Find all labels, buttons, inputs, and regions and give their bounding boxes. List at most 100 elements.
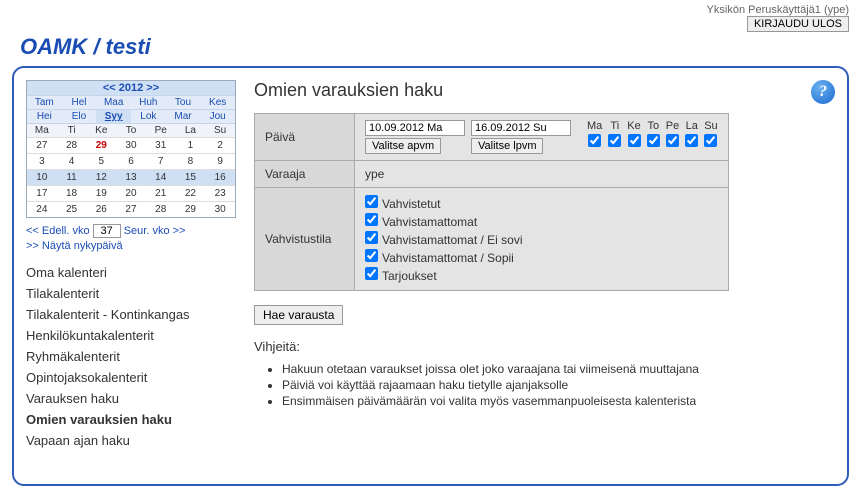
calendar-day[interactable]: 28 xyxy=(57,137,87,153)
calendar-day[interactable]: 18 xyxy=(57,185,87,201)
calendar-day[interactable]: 1 xyxy=(176,137,206,153)
month-tou[interactable]: Tou xyxy=(166,95,201,109)
month-huh[interactable]: Huh xyxy=(131,95,166,109)
select-end-date-button[interactable]: Valitse lpvm xyxy=(471,138,543,154)
status-checkbox[interactable] xyxy=(365,195,378,208)
calendar-day[interactable]: 8 xyxy=(176,153,206,169)
calendar-day[interactable]: 28 xyxy=(146,201,176,217)
status-option[interactable]: Vahvistetut xyxy=(365,194,718,212)
status-checkbox[interactable] xyxy=(365,249,378,262)
calendar-day[interactable]: 19 xyxy=(86,185,116,201)
select-start-date-button[interactable]: Valitse apvm xyxy=(365,138,441,154)
month-maa[interactable]: Maa xyxy=(96,95,131,109)
calendar-day[interactable]: 12 xyxy=(86,169,116,185)
calendar-day[interactable]: 20 xyxy=(116,185,146,201)
calendar-day[interactable]: 4 xyxy=(57,153,87,169)
status-option[interactable]: Tarjoukset xyxy=(365,266,718,284)
status-checkbox[interactable] xyxy=(365,267,378,280)
date-to-input[interactable] xyxy=(471,120,571,136)
reserver-value: ype xyxy=(355,161,729,188)
weekday-checkbox-ke[interactable] xyxy=(628,134,641,147)
day-header: Pe xyxy=(146,123,176,137)
nav-item[interactable]: Tilakalenterit - Kontinkangas xyxy=(26,304,236,325)
page-title: Omien varauksien haku xyxy=(254,80,835,101)
calendar-day[interactable]: 11 xyxy=(57,169,87,185)
calendar-day[interactable]: 14 xyxy=(146,169,176,185)
calendar-day[interactable]: 7 xyxy=(146,153,176,169)
hint-item: Ensimmäisen päivämäärän voi valita myös … xyxy=(282,394,835,408)
calendar-day[interactable]: 27 xyxy=(27,137,57,153)
weekday-checkbox-ti[interactable] xyxy=(608,134,621,147)
calendar-day[interactable]: 30 xyxy=(116,137,146,153)
status-option[interactable]: Vahvistamattomat / Sopii xyxy=(365,248,718,266)
nav-item[interactable]: Oma kalenteri xyxy=(26,262,236,283)
day-cell: Valitse apvm Valitse lpvm MaTiKeToPeLaSu xyxy=(355,114,729,161)
weekday-label: Su xyxy=(704,120,717,132)
month-elo[interactable]: Elo xyxy=(62,109,97,123)
month-hel[interactable]: Hel xyxy=(62,95,97,109)
calendar-day[interactable]: 9 xyxy=(205,153,235,169)
nav-item[interactable]: Tilakalenterit xyxy=(26,283,236,304)
weekday-checkbox-su[interactable] xyxy=(704,134,717,147)
weekday-checks: MaTiKeToPeLaSu xyxy=(587,120,718,147)
calendar-day[interactable]: 29 xyxy=(176,201,206,217)
prev-week-link[interactable]: << Edell. vko xyxy=(26,225,90,237)
month-jou[interactable]: Jou xyxy=(200,109,235,123)
year-nav[interactable]: << 2012 >> xyxy=(27,81,235,95)
calendar-day[interactable]: 21 xyxy=(146,185,176,201)
calendar-day[interactable]: 23 xyxy=(205,185,235,201)
hint-item: Päiviä voi käyttää rajaamaan haku tietyl… xyxy=(282,378,835,392)
weekday-checkbox-to[interactable] xyxy=(647,134,660,147)
nav-item[interactable]: Varauksen haku xyxy=(26,388,236,409)
date-from-input[interactable] xyxy=(365,120,465,136)
nav-item[interactable]: Opintojaksokalenterit xyxy=(26,367,236,388)
month-syy[interactable]: Syy xyxy=(96,109,131,123)
calendar-day[interactable]: 3 xyxy=(27,153,57,169)
nav-item[interactable]: Henkilökuntakalenterit xyxy=(26,325,236,346)
calendar-day[interactable]: 15 xyxy=(176,169,206,185)
calendar-day[interactable]: 17 xyxy=(27,185,57,201)
nav-item[interactable]: Ryhmäkalenterit xyxy=(26,346,236,367)
calendar-day[interactable]: 13 xyxy=(116,169,146,185)
calendar-day[interactable]: 5 xyxy=(86,153,116,169)
calendar-day[interactable]: 16 xyxy=(205,169,235,185)
calendar-day[interactable]: 31 xyxy=(146,137,176,153)
calendar-day[interactable]: 6 xyxy=(116,153,146,169)
month-mar[interactable]: Mar xyxy=(166,109,201,123)
month-lok[interactable]: Lok xyxy=(131,109,166,123)
weekday-checkbox-ma[interactable] xyxy=(588,134,601,147)
logout-button[interactable]: KIRJAUDU ULOS xyxy=(747,16,849,32)
weekday-checkbox-pe[interactable] xyxy=(666,134,679,147)
calendar-day[interactable]: 25 xyxy=(57,201,87,217)
calendar-day[interactable]: 27 xyxy=(116,201,146,217)
content-area: ? Omien varauksien haku Päivä Valitse ap… xyxy=(254,80,835,472)
month-kes[interactable]: Kes xyxy=(200,95,235,109)
help-icon[interactable]: ? xyxy=(811,80,835,104)
weekday-col-su: Su xyxy=(704,120,717,147)
calendar-day[interactable]: 24 xyxy=(27,201,57,217)
day-header: Ke xyxy=(86,123,116,137)
calendar-day[interactable]: 30 xyxy=(205,201,235,217)
status-option[interactable]: Vahvistamattomat / Ei sovi xyxy=(365,230,718,248)
week-nav: << Edell. vko Seur. vko >> xyxy=(26,224,236,238)
status-option[interactable]: Vahvistamattomat xyxy=(365,212,718,230)
status-checkbox[interactable] xyxy=(365,231,378,244)
nav-item[interactable]: Omien varauksien haku xyxy=(26,409,236,430)
nav-list: Oma kalenteriTilakalenteritTilakalenteri… xyxy=(26,262,236,451)
calendar-day[interactable]: 10 xyxy=(27,169,57,185)
week-number-input[interactable] xyxy=(93,224,121,238)
hints-title: Vihjeitä: xyxy=(254,339,835,354)
month-hei[interactable]: Hei xyxy=(27,109,62,123)
calendar-day[interactable]: 22 xyxy=(176,185,206,201)
search-button[interactable]: Hae varausta xyxy=(254,305,343,325)
nav-item[interactable]: Vapaan ajan haku xyxy=(26,430,236,451)
calendar-day[interactable]: 2 xyxy=(205,137,235,153)
calendar-day[interactable]: 26 xyxy=(86,201,116,217)
status-checkbox[interactable] xyxy=(365,213,378,226)
weekday-checkbox-la[interactable] xyxy=(685,134,698,147)
show-today-link[interactable]: >> Näytä nykypäivä xyxy=(26,240,123,252)
calendar-day[interactable]: 29 xyxy=(86,137,116,153)
next-week-link[interactable]: Seur. vko >> xyxy=(124,225,186,237)
month-tam[interactable]: Tam xyxy=(27,95,62,109)
weekday-col-ti: Ti xyxy=(608,120,621,147)
